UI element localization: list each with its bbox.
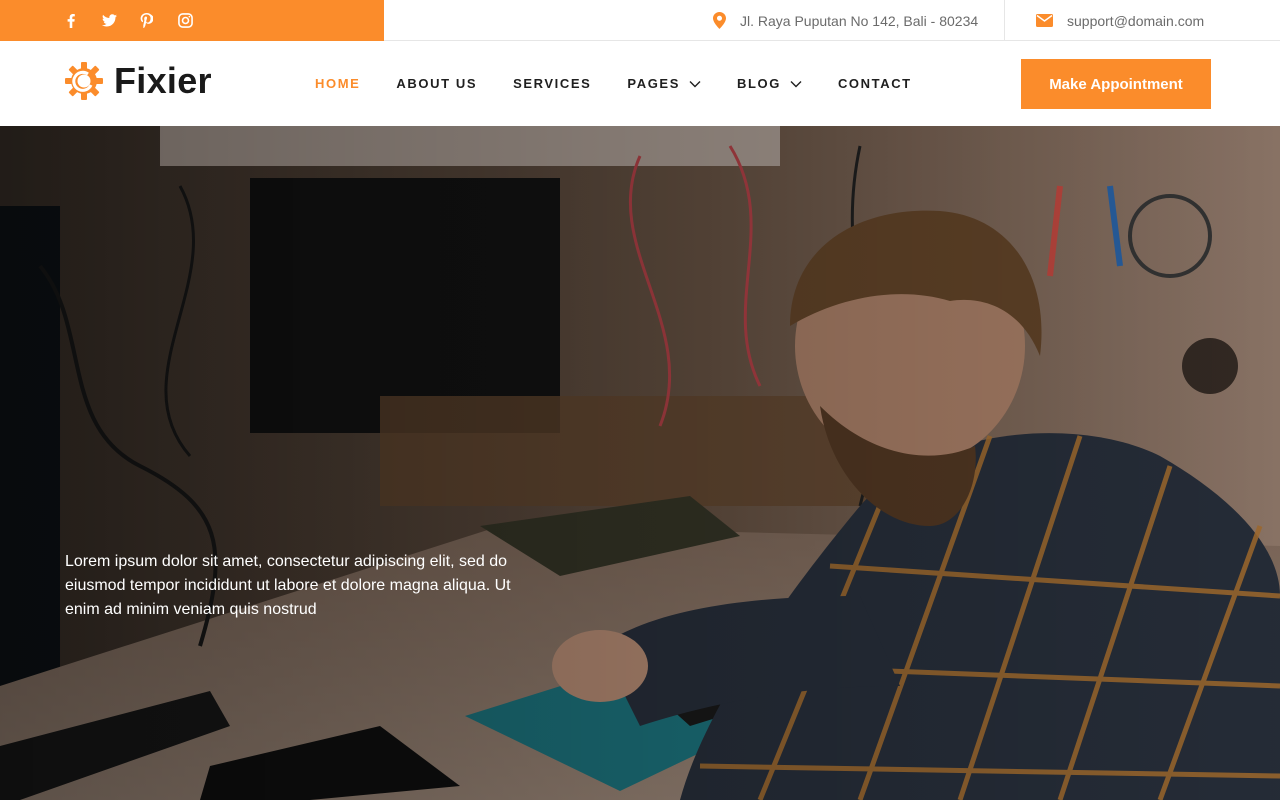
nav-pages-label: PAGES [627,76,680,91]
hero-section: Lorem ipsum dolor sit amet, consectetur … [0,126,1280,800]
nav-blog-label: BLOG [736,76,781,91]
gear-icon [65,62,103,100]
facebook-icon [67,13,75,28]
address-text: Jl. Raya Puputan No 142, Bali - 80234 [740,12,979,29]
social-links [0,0,384,41]
nav-about-us[interactable]: ABOUT US [396,76,477,91]
contact-address: Jl. Raya Puputan No 142, Bali - 80234 [713,0,978,41]
top-bar: Jl. Raya Puputan No 142, Bali - 80234 su… [0,0,1280,41]
logo-text: Fixier [114,60,212,101]
nav-pages[interactable]: PAGES [627,76,701,91]
main-nav: HOME ABOUT US SERVICES PAGES BLOG CONTAC… [315,41,948,126]
envelope-icon [1036,14,1053,27]
contact-email[interactable]: support@domain.com [1036,0,1204,41]
site-header: Fixier HOME ABOUT US SERVICES PAGES BLOG… [0,41,1280,126]
nav-about-us-label: ABOUT US [396,76,478,91]
twitter-icon [102,14,117,27]
hero-overlay [0,126,1280,800]
pinterest-link[interactable] [140,0,178,41]
instagram-icon [178,13,193,28]
nav-home[interactable]: HOME [315,76,360,91]
chevron-down-icon [689,80,701,87]
make-appointment-button[interactable]: Make Appointment [1021,59,1211,109]
nav-contact[interactable]: CONTACT [838,76,912,91]
nav-services[interactable]: SERVICES [513,76,591,91]
nav-home-label: HOME [315,76,361,91]
nav-contact-label: CONTACT [837,76,912,91]
instagram-link[interactable] [178,0,216,41]
nav-blog[interactable]: BLOG [737,76,802,91]
contact-divider [1004,0,1005,41]
twitter-link[interactable] [102,0,140,41]
hero-description: Lorem ipsum dolor sit amet, consectetur … [65,553,511,618]
chevron-down-icon [790,80,802,87]
facebook-link[interactable] [64,0,102,41]
nav-services-label: SERVICES [513,76,592,91]
logo[interactable]: Fixier [64,59,212,103]
email-text: support@domain.com [1067,12,1205,29]
pinterest-icon [140,13,153,28]
map-pin-icon [713,12,726,29]
